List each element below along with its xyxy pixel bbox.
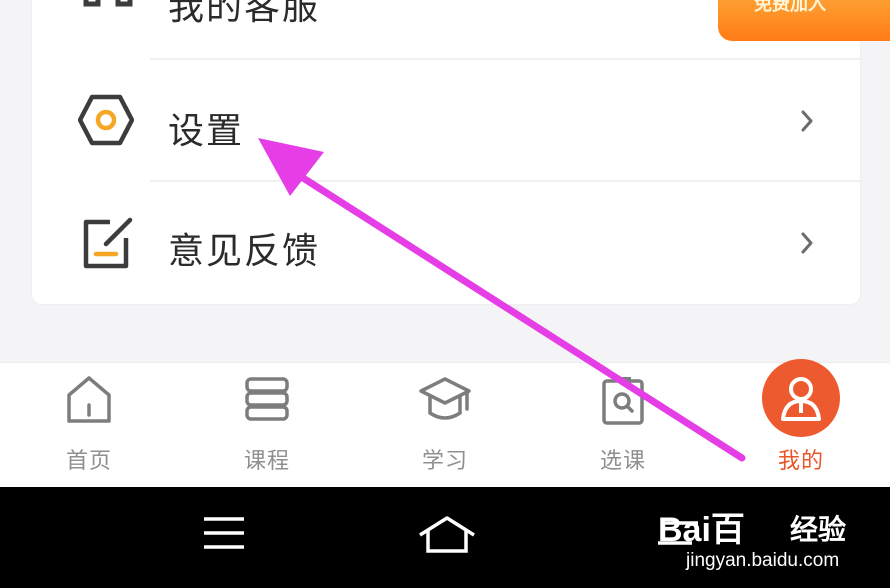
tab-select-course[interactable]: 选课	[558, 363, 688, 487]
chevron-right-icon	[800, 110, 814, 136]
tab-mine[interactable]: 我的	[736, 359, 866, 487]
home-icon	[65, 375, 113, 429]
watermark-brand: Bai百	[658, 511, 745, 549]
menu-item-settings[interactable]: 设置	[32, 60, 860, 182]
tab-study[interactable]: 学习	[380, 363, 510, 487]
graduation-cap-icon	[418, 375, 472, 429]
baidu-jingyan-watermark: Bai百 经验 jingyan.baidu.com	[658, 494, 886, 584]
home-nav-icon[interactable]	[416, 515, 478, 559]
menu-item-label: 意见反馈	[168, 231, 321, 272]
promo-text: 免费加入	[754, 0, 826, 15]
tab-home[interactable]: 首页	[24, 363, 154, 487]
menu-icon[interactable]	[202, 513, 246, 557]
search-clipboard-icon	[599, 375, 647, 431]
user-icon	[777, 373, 825, 427]
books-icon	[241, 375, 293, 427]
settings-hexagon-icon	[77, 94, 135, 150]
bottom-tab-bar: 首页 课程 学习 选课 我的	[0, 359, 890, 487]
chevron-right-icon	[800, 232, 814, 258]
watermark-url: jingyan.baidu.com	[686, 550, 840, 571]
feedback-edit-icon	[78, 216, 134, 276]
tab-label: 选课	[599, 449, 646, 474]
tab-courses[interactable]: 课程	[202, 363, 332, 487]
menu-item-label: 我的客服	[168, 0, 321, 28]
watermark-subtitle: 经验	[790, 513, 847, 546]
tab-label: 课程	[243, 449, 290, 474]
tab-label: 我的	[777, 449, 824, 474]
headset-icon	[78, 0, 138, 26]
tab-label: 学习	[421, 449, 468, 474]
menu-item-label: 设置	[168, 111, 245, 152]
tab-label: 首页	[65, 449, 112, 474]
menu-item-feedback[interactable]: 意见反馈	[32, 182, 860, 304]
menu-card: 我的客服 设置 意见反馈	[32, 0, 860, 304]
promo-banner[interactable]: 免费加入	[718, 0, 890, 41]
